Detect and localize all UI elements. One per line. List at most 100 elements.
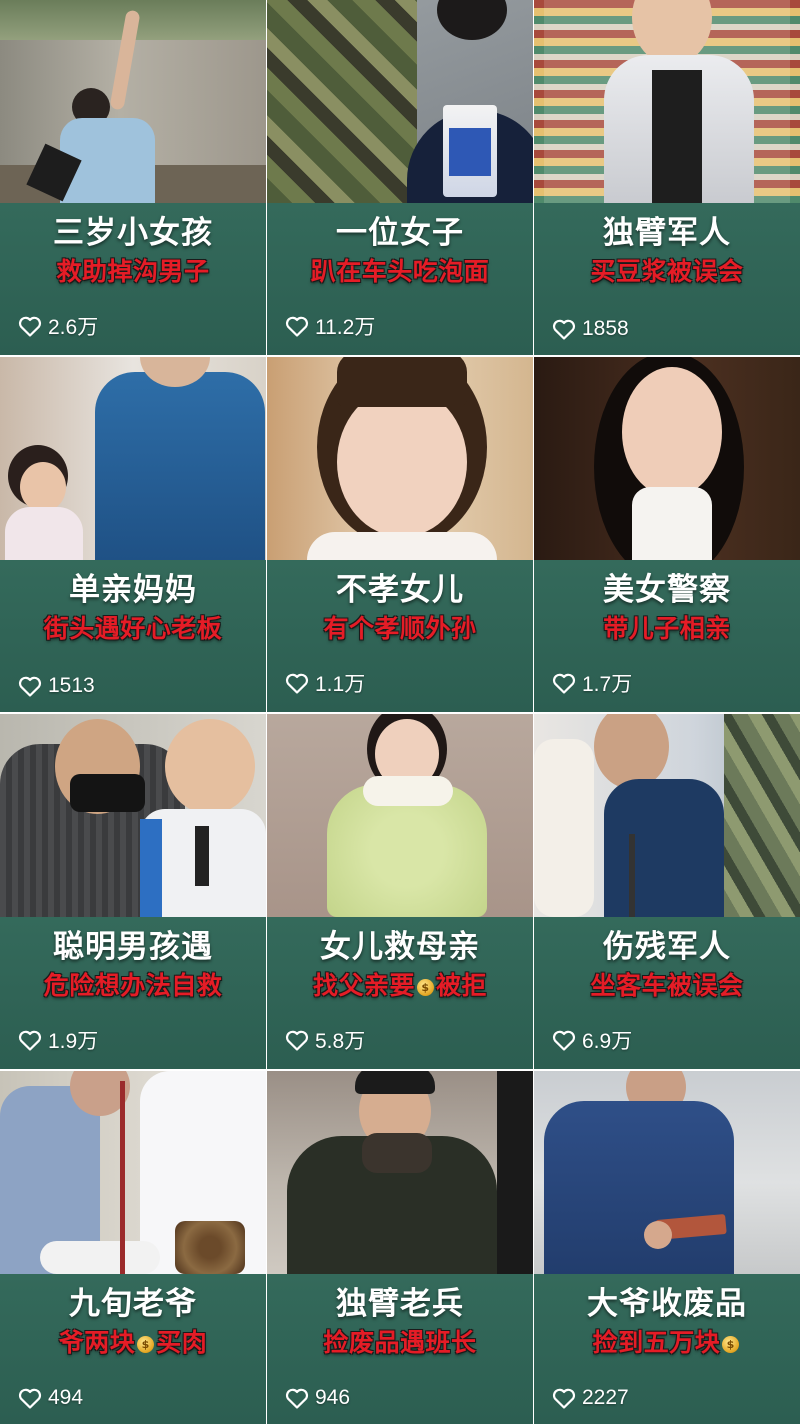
video-subtitle: 找父亲要 $ 被拒 — [313, 969, 487, 1003]
like-count-text: 946 — [315, 1386, 351, 1409]
like-count[interactable]: 2227 — [552, 1386, 629, 1410]
heart-outline-icon — [285, 1030, 309, 1051]
video-subtitle: 街头遇好心老板 — [44, 612, 223, 646]
video-subtitle: 有个孝顺外孙 — [323, 612, 476, 646]
video-thumbnail[interactable] — [0, 1071, 266, 1274]
like-count[interactable]: 6.9万 — [552, 1025, 632, 1055]
video-card[interactable]: 大爷收废品 捡到五万块 $ 2227 — [534, 1071, 800, 1424]
video-thumbnail[interactable] — [267, 357, 533, 560]
heart-outline-icon — [18, 676, 42, 697]
video-subtitle: 带儿子相亲 — [603, 612, 731, 646]
like-count-text: 1.1万 — [315, 673, 366, 696]
video-card[interactable]: 不孝女儿 有个孝顺外孙 1.1万 — [267, 357, 533, 712]
video-card[interactable]: 女儿救母亲 找父亲要 $ 被拒 5.8万 — [267, 714, 533, 1069]
heart-outline-icon — [552, 1388, 576, 1409]
subtitle-text: 买肉 — [156, 1328, 208, 1357]
video-thumbnail[interactable] — [0, 714, 266, 917]
like-count-text: 2227 — [582, 1386, 629, 1409]
video-title: 伤残军人 — [603, 929, 731, 965]
video-title: 不孝女儿 — [336, 572, 464, 608]
video-title: 独臂军人 — [603, 215, 731, 251]
video-card[interactable]: 独臂老兵 捡废品遇班长 946 — [267, 1071, 533, 1424]
video-card[interactable]: 伤残军人 坐客车被误会 6.9万 — [534, 714, 800, 1069]
video-thumbnail[interactable] — [0, 0, 266, 203]
heart-outline-icon — [552, 319, 576, 340]
like-count-text: 2.6万 — [48, 316, 99, 339]
heart-outline-icon — [18, 316, 42, 337]
subtitle-text: 捡到五万块 — [592, 1328, 721, 1357]
video-card[interactable]: 聪明男孩遇 危险想办法自救 1.9万 — [0, 714, 266, 1069]
video-subtitle: 坐客车被误会 — [590, 969, 743, 1003]
subtitle-text: 救助掉沟男子 — [56, 257, 210, 286]
subtitle-text: 有个孝顺外孙 — [323, 614, 477, 643]
video-title: 单亲妈妈 — [69, 572, 197, 608]
like-count-text: 1.7万 — [582, 673, 633, 696]
video-subtitle: 趴在车头吃泡面 — [311, 255, 490, 289]
video-title: 三岁小女孩 — [53, 215, 213, 251]
like-count[interactable]: 1858 — [552, 317, 629, 341]
like-count-text: 6.9万 — [582, 1030, 633, 1053]
like-count-text: 1513 — [48, 674, 95, 697]
like-count-text: 1858 — [582, 317, 629, 340]
video-title: 一位女子 — [336, 215, 464, 251]
money-bag-icon: $ — [417, 979, 434, 996]
video-title: 九旬老爷 — [69, 1286, 197, 1322]
video-subtitle: 救助掉沟男子 — [56, 255, 209, 289]
heart-outline-icon — [285, 316, 309, 337]
video-thumbnail[interactable] — [0, 357, 266, 560]
like-count[interactable]: 1.9万 — [18, 1025, 98, 1055]
video-grid: 三岁小女孩 救助掉沟男子 2.6万 一位女子 趴在车头吃泡面 11.2万 独臂军… — [0, 0, 800, 1424]
subtitle-text: 爷两块 — [58, 1328, 136, 1357]
video-thumbnail[interactable] — [534, 0, 800, 203]
subtitle-text: 危险想办法自救 — [43, 971, 223, 1000]
video-thumbnail[interactable] — [267, 0, 533, 203]
subtitle-text: 街头遇好心老板 — [43, 614, 223, 643]
heart-outline-icon — [18, 1388, 42, 1409]
subtitle-text: 找父亲要 — [312, 971, 415, 1000]
subtitle-text: 捡废品遇班长 — [323, 1328, 477, 1357]
heart-outline-icon — [285, 673, 309, 694]
like-count-text: 5.8万 — [315, 1030, 366, 1053]
video-thumbnail[interactable] — [267, 714, 533, 917]
like-count[interactable]: 1.7万 — [552, 668, 632, 698]
heart-outline-icon — [552, 673, 576, 694]
video-title: 聪明男孩遇 — [53, 929, 213, 965]
video-thumbnail[interactable] — [267, 1071, 533, 1274]
video-card[interactable]: 三岁小女孩 救助掉沟男子 2.6万 — [0, 0, 266, 355]
video-title: 美女警察 — [603, 572, 731, 608]
video-subtitle: 爷两块 $ 买肉 — [59, 1326, 208, 1360]
heart-outline-icon — [285, 1388, 309, 1409]
video-title: 大爷收废品 — [587, 1286, 747, 1322]
video-card[interactable]: 美女警察 带儿子相亲 1.7万 — [534, 357, 800, 712]
video-title: 女儿救母亲 — [320, 929, 480, 965]
like-count[interactable]: 946 — [285, 1386, 350, 1410]
video-title: 独臂老兵 — [336, 1286, 464, 1322]
video-thumbnail[interactable] — [534, 1071, 800, 1274]
video-subtitle: 捡废品遇班长 — [323, 1326, 476, 1360]
like-count[interactable]: 494 — [18, 1386, 83, 1410]
video-thumbnail[interactable] — [534, 714, 800, 917]
subtitle-text: 坐客车被误会 — [590, 971, 744, 1000]
like-count[interactable]: 11.2万 — [285, 311, 375, 341]
money-bag-icon: $ — [137, 1336, 155, 1353]
like-count[interactable]: 1513 — [18, 674, 95, 698]
video-thumbnail[interactable] — [534, 357, 800, 560]
money-bag-icon: $ — [722, 1336, 740, 1353]
like-count-text: 494 — [48, 1386, 84, 1409]
subtitle-text: 带儿子相亲 — [603, 614, 731, 643]
video-card[interactable]: 一位女子 趴在车头吃泡面 11.2万 — [267, 0, 533, 355]
like-count-text: 1.9万 — [48, 1030, 99, 1053]
like-count[interactable]: 1.1万 — [285, 668, 365, 698]
subtitle-text: 买豆浆被误会 — [590, 257, 744, 286]
like-count[interactable]: 2.6万 — [18, 311, 98, 341]
video-subtitle: 捡到五万块 $ — [593, 1326, 742, 1360]
video-card[interactable]: 单亲妈妈 街头遇好心老板 1513 — [0, 357, 266, 712]
heart-outline-icon — [18, 1030, 42, 1051]
heart-outline-icon — [552, 1030, 576, 1051]
like-count[interactable]: 5.8万 — [285, 1025, 365, 1055]
video-card[interactable]: 九旬老爷 爷两块 $ 买肉 494 — [0, 1071, 266, 1424]
like-count-text: 11.2万 — [315, 316, 376, 339]
video-subtitle: 危险想办法自救 — [44, 969, 223, 1003]
video-subtitle: 买豆浆被误会 — [590, 255, 743, 289]
video-card[interactable]: 独臂军人 买豆浆被误会 1858 — [534, 0, 800, 355]
